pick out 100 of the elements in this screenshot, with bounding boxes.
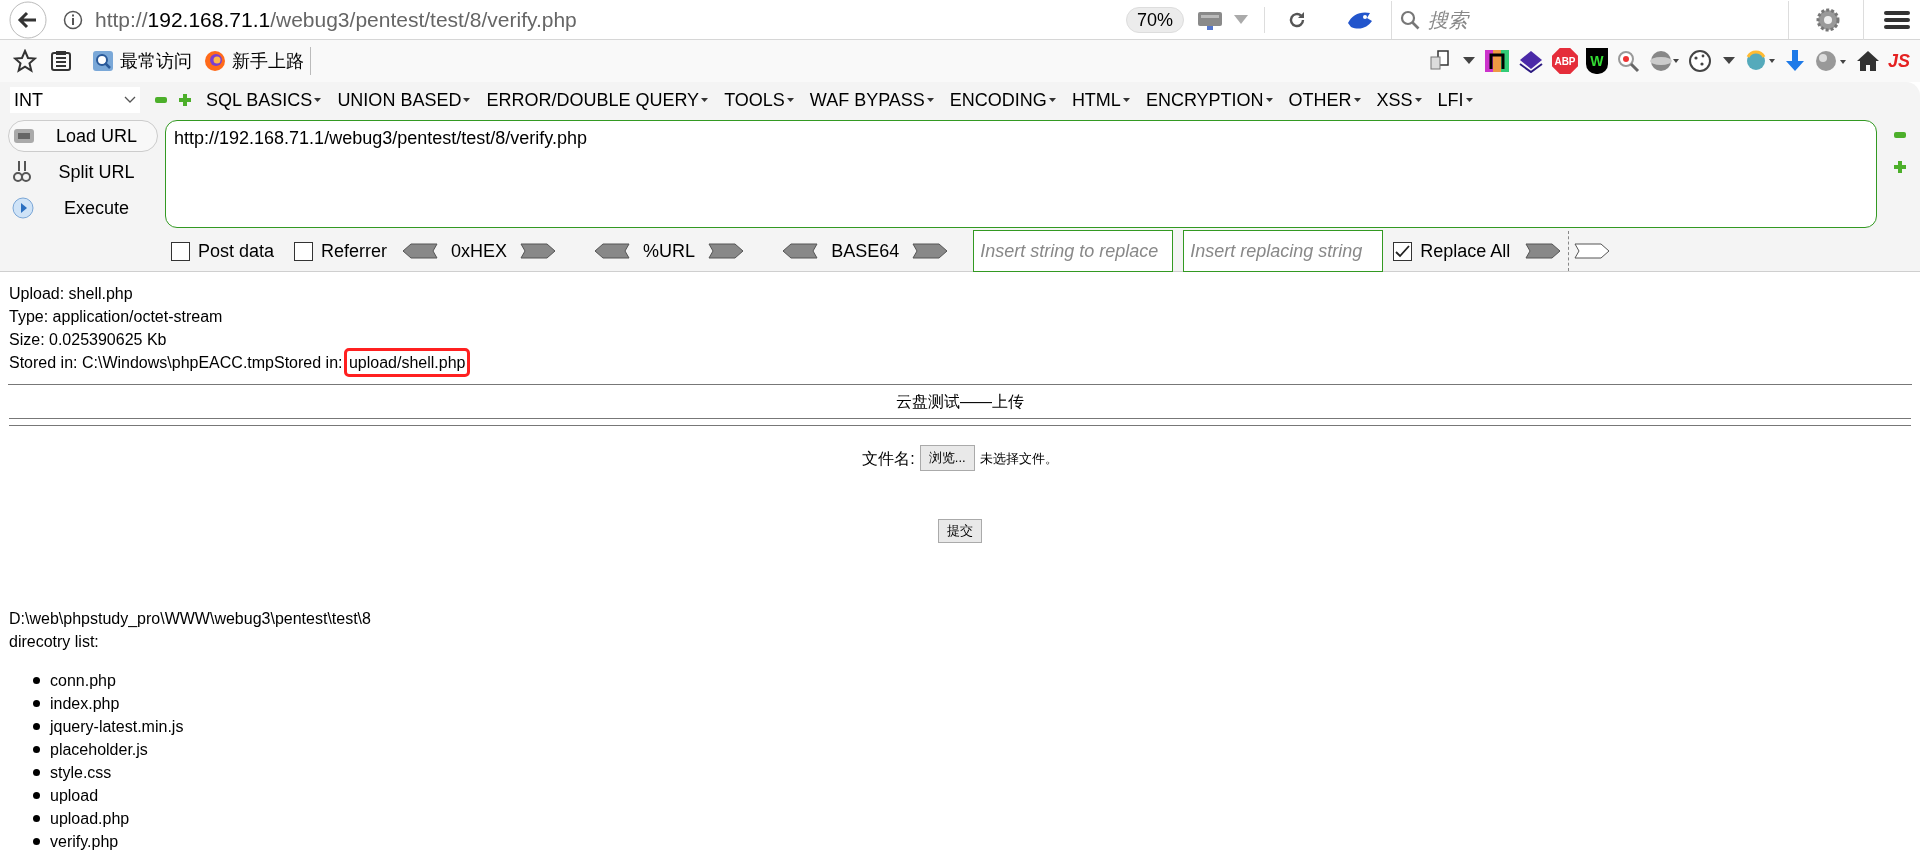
menu-item[interactable]: WAF BYPASS	[809, 86, 934, 114]
menu-item[interactable]: OTHER	[1288, 86, 1361, 114]
checkbox-label: Replace All	[1420, 239, 1511, 263]
checkbox[interactable]	[1393, 241, 1413, 261]
bullet-icon	[33, 677, 40, 684]
caret-icon	[1414, 97, 1422, 103]
caret-icon	[1122, 97, 1130, 103]
bullet-icon	[33, 792, 40, 799]
shield-badge[interactable]: W	[1585, 48, 1608, 74]
file-name: placeholder.js	[50, 740, 148, 760]
bullet-icon	[33, 769, 40, 776]
plus-icon[interactable]	[1893, 160, 1907, 174]
caret-icon	[701, 97, 709, 103]
bookmark-link[interactable]: 最常访问	[92, 47, 192, 75]
menu-item[interactable]: TOOLS	[724, 86, 794, 114]
menu-item[interactable]: UNION BASED	[337, 86, 471, 114]
bullet-icon	[33, 700, 40, 707]
list-title: direcotry list:	[9, 632, 99, 652]
menu-item[interactable]: ENCRYPTION	[1145, 86, 1273, 114]
checkbox[interactable]	[294, 241, 314, 261]
encode-arrow-icon[interactable]	[707, 241, 746, 261]
result-line: Stored in: C:\Windows\phpEACC.tmpStored in:	[9, 353, 344, 373]
section-heading: 云盘测试——上传	[895, 392, 1025, 412]
encode-arrow-icon[interactable]	[519, 241, 558, 261]
result-line: Type: application/octet-stream	[9, 307, 223, 327]
file-name: jquery-latest.min.js	[50, 717, 184, 737]
replace-input-field[interactable]: Insert replacing string	[1183, 230, 1384, 272]
zoom-level-button[interactable]: 70%	[1125, 6, 1184, 33]
info-icon	[63, 9, 83, 30]
encode-arrow-icon[interactable]	[911, 241, 950, 261]
menu-item[interactable]: HTML	[1071, 86, 1130, 114]
result-line: Size: 0.025390625 Kb	[9, 330, 167, 350]
magnifier-icon[interactable]	[1615, 49, 1640, 73]
checkbox[interactable]	[171, 241, 190, 261]
decode-arrow-icon[interactable]	[593, 241, 632, 261]
reader-list-icon[interactable]	[50, 50, 72, 72]
action-button[interactable]: Execute	[8, 192, 158, 224]
globe-eye-icon[interactable]	[1647, 49, 1680, 73]
replace-input-field[interactable]: Insert string to replace	[973, 230, 1174, 272]
bullet-icon	[33, 723, 40, 730]
js-badge[interactable]: JS	[1887, 47, 1910, 75]
search-icon	[1400, 9, 1420, 30]
bullet-icon	[33, 838, 40, 845]
menu-item[interactable]: ENCODING	[949, 86, 1056, 114]
download-arrow-icon[interactable]	[1783, 49, 1806, 73]
file-name: index.php	[50, 694, 120, 714]
menu-item[interactable]: SQL BASICS	[206, 86, 322, 114]
menu-item[interactable]: LFI	[1437, 86, 1473, 114]
caret-icon	[314, 97, 322, 103]
star-icon[interactable]	[13, 49, 37, 73]
menu-item[interactable]: XSS	[1376, 86, 1422, 114]
address-bar-url[interactable]: http://192.168.71.1/webug3/pentest/test/8/verify.php	[95, 3, 577, 36]
replace-arrow-icon[interactable]	[1524, 241, 1563, 261]
result-line: Upload: shell.php	[9, 284, 133, 304]
checkbox-label: Post data	[198, 239, 275, 263]
search-field[interactable]: 搜索	[1391, 0, 1789, 39]
url-textarea[interactable]: http://192.168.71.1/webug3/pentest/test/8/verify.php	[165, 120, 1877, 228]
menu-icon[interactable]	[1884, 8, 1910, 31]
back-button[interactable]	[8, 0, 48, 40]
caret-icon	[1465, 97, 1473, 103]
adblock-badge[interactable]: ABP	[1551, 48, 1578, 74]
encoding-label: 0xHEX	[450, 239, 509, 263]
caret-icon	[1265, 97, 1273, 103]
caret-icon	[1048, 97, 1056, 103]
magnifier-page-icon	[92, 50, 114, 72]
plus-icon[interactable]	[178, 93, 192, 107]
home-icon[interactable]	[1855, 49, 1880, 73]
file-name: verify.php	[50, 832, 119, 852]
caret-icon	[463, 97, 471, 103]
highlighted-path: upload/shell.php	[346, 351, 468, 374]
bookmark-link[interactable]: 新手上路	[204, 47, 304, 75]
encoding-label: %URL	[642, 239, 697, 263]
file-name: conn.php	[50, 671, 116, 691]
submit-button[interactable]: 提交	[938, 519, 982, 543]
file-name: style.css	[50, 763, 112, 783]
check-icon	[1395, 244, 1411, 258]
decode-arrow-icon[interactable]	[781, 241, 820, 261]
bullet-icon	[33, 815, 40, 822]
fox-globe-icon	[204, 50, 226, 72]
caret-icon	[786, 97, 794, 103]
checkbox-label: Referrer	[321, 239, 388, 263]
replace-arrow-icon[interactable]	[1573, 241, 1612, 261]
decode-arrow-icon[interactable]	[401, 241, 440, 261]
globe-icon[interactable]	[1813, 49, 1848, 73]
action-button[interactable]: Split URL	[8, 156, 158, 188]
action-button[interactable]: Load URL	[8, 120, 158, 152]
chevron-down-icon	[124, 96, 136, 104]
cookie-icon[interactable]	[1687, 49, 1714, 73]
rainbow-gate-icon[interactable]	[1483, 49, 1510, 73]
encoding-label: BASE64	[830, 239, 901, 263]
menu-item[interactable]: ERROR/DOUBLE QUERY	[486, 86, 709, 114]
bullet-icon	[33, 746, 40, 753]
layers-icon[interactable]	[1517, 49, 1544, 73]
no-file-text: 未选择文件。	[979, 449, 1058, 468]
settings-icon[interactable]	[1815, 6, 1841, 33]
browse-button[interactable]: 浏览...	[919, 445, 975, 471]
type-select[interactable]: INT	[10, 87, 140, 113]
play-icon	[11, 196, 35, 220]
field-label: 文件名:	[862, 448, 915, 469]
caret-icon	[1353, 97, 1361, 103]
